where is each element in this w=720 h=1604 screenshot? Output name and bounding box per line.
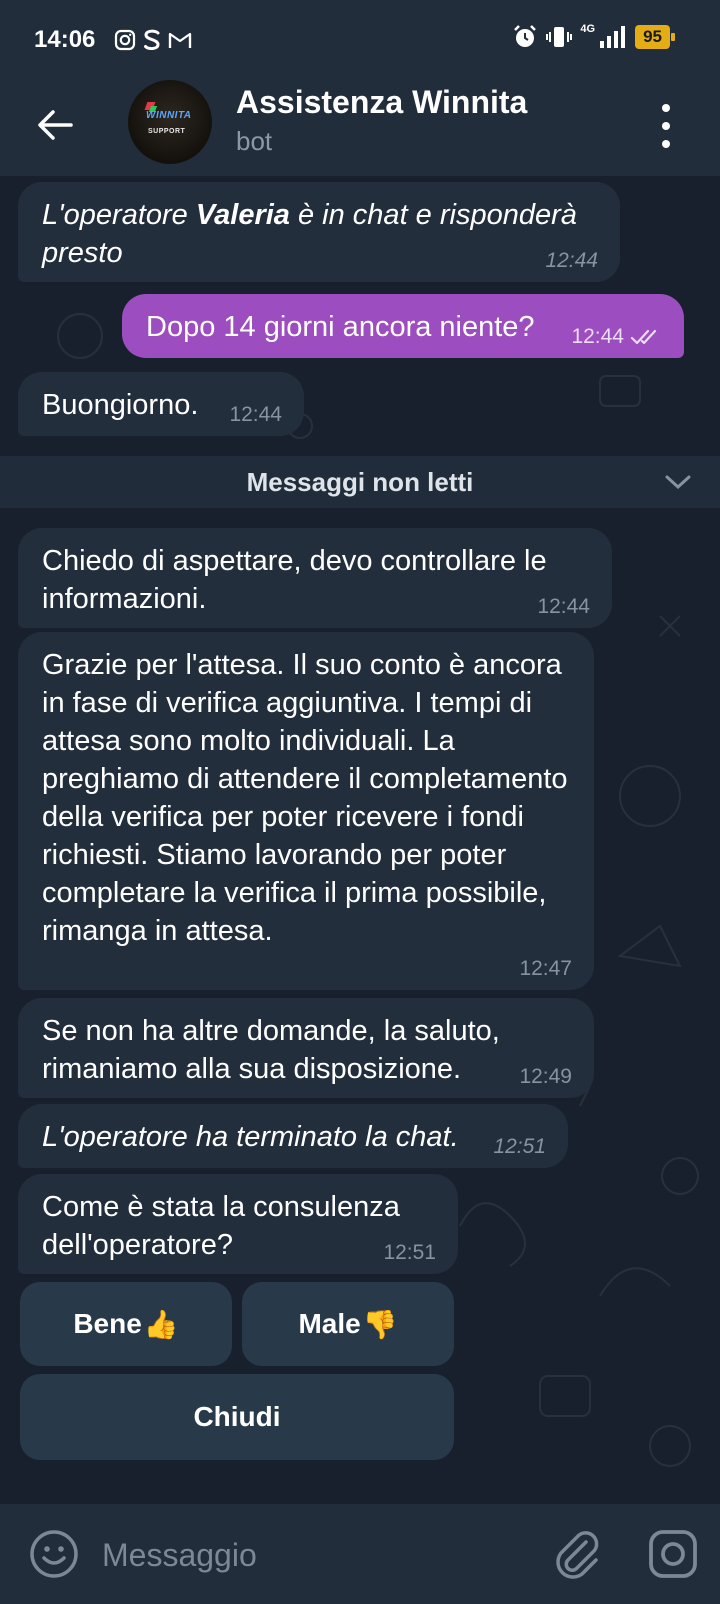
- double-check-icon: [630, 329, 657, 345]
- network-type: 4G: [580, 23, 596, 35]
- status-system-icons: 4G 95: [512, 23, 675, 50]
- message-text: Dopo 14 giorni ancora niente?: [146, 311, 535, 343]
- operator-name: Valeria: [195, 199, 290, 231]
- status-time: 14:06: [34, 26, 96, 53]
- s-icon: [144, 29, 160, 51]
- message-bubble[interactable]: Se non ha altre domande, la saluto, rima…: [18, 998, 594, 1098]
- thumbs-up-icon: 👍: [143, 1308, 179, 1340]
- chat-subtitle: bot: [236, 126, 273, 156]
- message-text: L'operatore Valeria è in chat e risponde…: [42, 199, 577, 269]
- avatar[interactable]: WINNITA SUPPORT: [128, 80, 212, 164]
- signal-icon: [600, 26, 626, 48]
- status-notification-icons: [114, 28, 192, 52]
- button-label: Chiudi: [193, 1401, 281, 1432]
- more-options-button[interactable]: [656, 104, 676, 148]
- message-text: Come è stata la consulenza dell'operator…: [42, 1191, 400, 1261]
- message-time: 12:51: [493, 1135, 546, 1158]
- avatar-brand-text: WINNITA: [146, 110, 192, 121]
- button-label: Bene: [73, 1308, 142, 1339]
- rating-bad-button[interactable]: Male 👎: [242, 1282, 454, 1366]
- avatar-sub-text: SUPPORT: [148, 128, 186, 135]
- chat-title[interactable]: Assistenza Winnita: [236, 84, 527, 121]
- message-composer: [0, 1504, 720, 1604]
- instagram-camera-icon[interactable]: [648, 1528, 698, 1580]
- message-bubble[interactable]: L'operatore ha terminato la chat. 12:51: [18, 1104, 568, 1168]
- dot-icon: [662, 140, 670, 148]
- rating-good-button[interactable]: Bene 👍: [20, 1282, 232, 1366]
- thumbs-down-icon: 👎: [362, 1308, 398, 1340]
- message-bubble[interactable]: L'operatore Valeria è in chat e risponde…: [18, 182, 620, 282]
- message-time: 12:51: [383, 1241, 436, 1264]
- alarm-icon: [514, 25, 537, 47]
- message-time: 12:44: [229, 403, 282, 426]
- message-bubble[interactable]: Grazie per l'attesa. Il suo conto è anco…: [18, 632, 594, 990]
- status-bar: 14:06 4G 95: [0, 0, 720, 80]
- message-bubble-outgoing[interactable]: Dopo 14 giorni ancora niente? 12:44: [122, 294, 684, 358]
- message-input[interactable]: [100, 1530, 524, 1580]
- emoji-icon[interactable]: [28, 1528, 80, 1580]
- button-label: Male: [298, 1308, 361, 1339]
- dot-icon: [662, 104, 670, 112]
- close-chat-button[interactable]: Chiudi: [20, 1374, 454, 1460]
- instagram-icon: [114, 29, 136, 51]
- back-button[interactable]: [32, 102, 78, 148]
- message-time: 12:44: [571, 326, 662, 348]
- message-list[interactable]: L'operatore Valeria è in chat e risponde…: [0, 176, 720, 1504]
- battery-indicator: 95: [635, 25, 675, 49]
- message-time: 12:44: [537, 595, 590, 618]
- message-text: Grazie per l'attesa. Il suo conto è anco…: [42, 649, 568, 947]
- message-text: Chiedo di aspettare, devo controllare le…: [42, 545, 547, 615]
- message-text: Se non ha altre domande, la saluto, rima…: [42, 1015, 500, 1085]
- chevron-down-icon[interactable]: [664, 470, 692, 494]
- message-text: Buongiorno.: [42, 389, 199, 421]
- message-bubble[interactable]: Come è stata la consulenza dell'operator…: [18, 1174, 458, 1274]
- message-time: 12:47: [519, 957, 572, 980]
- unread-label: Messaggi non letti: [246, 466, 474, 497]
- dot-icon: [662, 122, 670, 130]
- message-time: 12:44: [545, 249, 598, 272]
- gmail-icon: [168, 32, 192, 48]
- message-bubble[interactable]: Buongiorno. 12:44: [18, 372, 304, 436]
- message-text: L'operatore ha terminato la chat.: [42, 1121, 459, 1153]
- unread-messages-divider: Messaggi non letti: [0, 456, 720, 508]
- message-time: 12:49: [519, 1065, 572, 1088]
- chat-header: WINNITA SUPPORT Assistenza Winnita bot: [0, 80, 720, 176]
- vibrate-icon: [546, 27, 573, 47]
- paperclip-icon[interactable]: [552, 1528, 602, 1580]
- message-bubble[interactable]: Chiedo di aspettare, devo controllare le…: [18, 528, 612, 628]
- arrow-left-icon: [38, 110, 73, 140]
